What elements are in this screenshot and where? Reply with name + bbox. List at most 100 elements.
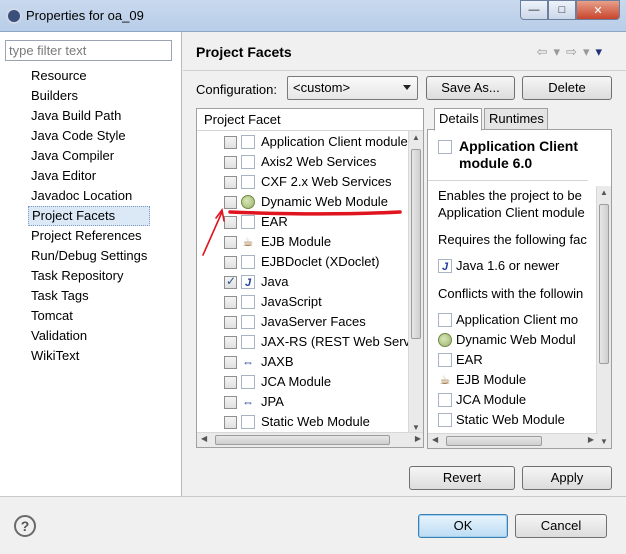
scroll-thumb[interactable] bbox=[411, 149, 421, 339]
facet-checkbox[interactable] bbox=[224, 156, 237, 169]
facet-checkbox[interactable] bbox=[224, 336, 237, 349]
facet-vertical-scrollbar[interactable]: ▲ ▼ bbox=[408, 131, 423, 434]
forward-menu-icon[interactable]: ▾ bbox=[583, 44, 596, 59]
ok-button[interactable]: OK bbox=[418, 514, 508, 538]
facet-row-jca-module[interactable]: JCA Module bbox=[197, 372, 409, 392]
sidebar-item-project-facets[interactable]: Project Facets bbox=[28, 206, 151, 226]
delete-button[interactable]: Delete bbox=[522, 76, 612, 100]
scroll-left-icon[interactable]: ◀ bbox=[201, 434, 207, 443]
facet-row-dynamic-web-module[interactable]: Dynamic Web Module bbox=[197, 192, 409, 212]
facet-row-jax-rs[interactable]: JAX-RS (REST Web Servic bbox=[197, 332, 419, 352]
sidebar-item-resource[interactable]: Resource bbox=[28, 66, 150, 86]
facet-column-header[interactable]: Project Facet bbox=[197, 109, 423, 131]
scroll-left-icon[interactable]: ◀ bbox=[432, 435, 438, 444]
sidebar-item-javadoc-location[interactable]: Javadoc Location bbox=[28, 186, 150, 206]
facet-checkbox[interactable] bbox=[224, 396, 237, 409]
sidebar-item-tomcat[interactable]: Tomcat bbox=[28, 306, 150, 326]
filter-input[interactable] bbox=[5, 40, 172, 61]
facet-checkbox[interactable] bbox=[224, 416, 237, 429]
minimize-button[interactable]: — bbox=[520, 0, 548, 20]
sidebar-item-task-tags[interactable]: Task Tags bbox=[28, 286, 150, 306]
close-button[interactable]: ✕ bbox=[576, 0, 620, 20]
facet-row-application-client-module[interactable]: Application Client module bbox=[197, 132, 409, 152]
window-controls: — □ ✕ bbox=[520, 0, 620, 22]
header-divider bbox=[183, 70, 626, 71]
conflict-item-label: EAR bbox=[456, 352, 483, 367]
facet-checkbox[interactable] bbox=[224, 296, 237, 309]
save-as-button[interactable]: Save As... bbox=[426, 76, 515, 100]
facet-label: Axis2 Web Services bbox=[261, 154, 377, 169]
facet-checkbox[interactable] bbox=[224, 196, 237, 209]
window-title: Properties for oa_09 bbox=[26, 8, 144, 23]
facet-horizontal-scrollbar[interactable]: ◀ ▶ bbox=[197, 432, 423, 447]
facet-row-jaxb[interactable]: ⇔ JAXB bbox=[197, 352, 409, 372]
history-navigation: ⇦▾⇨▾▾ bbox=[537, 44, 608, 60]
facet-label: JPA bbox=[261, 394, 284, 409]
sidebar-item-java-build-path[interactable]: Java Build Path bbox=[28, 106, 150, 126]
double-arrow-icon: ⇔ bbox=[242, 395, 254, 409]
blank-file-icon bbox=[438, 140, 452, 154]
scroll-right-icon[interactable]: ▶ bbox=[415, 434, 421, 443]
sidebar-item-project-references[interactable]: Project References bbox=[28, 226, 150, 246]
facet-checkbox[interactable] bbox=[224, 236, 237, 249]
cancel-button[interactable]: Cancel bbox=[515, 514, 607, 538]
sidebar-item-run-debug-settings[interactable]: Run/Debug Settings bbox=[28, 246, 150, 266]
tab-runtimes[interactable]: Runtimes bbox=[484, 108, 548, 130]
facet-checkbox[interactable] bbox=[224, 316, 237, 329]
scroll-up-icon[interactable]: ▲ bbox=[600, 188, 608, 197]
facet-row-cxf-web-services[interactable]: CXF 2.x Web Services bbox=[197, 172, 409, 192]
sidebar-item-java-compiler[interactable]: Java Compiler bbox=[28, 146, 150, 166]
facet-row-javaserver-faces[interactable]: JavaServer Faces bbox=[197, 312, 409, 332]
back-menu-icon[interactable]: ▾ bbox=[554, 44, 567, 59]
facet-row-static-web-module[interactable]: Static Web Module bbox=[197, 412, 409, 432]
revert-button[interactable]: Revert bbox=[409, 466, 515, 490]
scroll-thumb[interactable] bbox=[446, 436, 542, 446]
facet-row-ear[interactable]: EAR bbox=[197, 212, 409, 232]
facet-row-javascript[interactable]: JavaScript bbox=[197, 292, 409, 312]
configuration-label: Configuration: bbox=[196, 82, 277, 97]
facet-checkbox-checked[interactable] bbox=[224, 274, 237, 289]
facet-table: Project Facet Application Client module … bbox=[196, 108, 424, 448]
scroll-thumb[interactable] bbox=[599, 204, 609, 364]
conflict-item-label: Static Web Module bbox=[456, 412, 565, 427]
sidebar-item-wikitext[interactable]: WikiText bbox=[28, 346, 150, 366]
facet-checkbox[interactable] bbox=[224, 216, 237, 229]
forward-arrow-icon[interactable]: ⇨ bbox=[566, 44, 583, 59]
scroll-thumb[interactable] bbox=[215, 435, 390, 445]
main-panel: Project Facets ⇦▾⇨▾▾ Configuration: <cus… bbox=[183, 32, 626, 496]
blank-file-icon bbox=[438, 393, 452, 407]
view-menu-icon[interactable]: ▾ bbox=[595, 44, 608, 59]
facet-checkbox[interactable] bbox=[224, 356, 237, 369]
facet-row-ejb-module[interactable]: ☕ EJB Module bbox=[197, 232, 409, 252]
facet-label: EJBDoclet (XDoclet) bbox=[261, 254, 380, 269]
configuration-select[interactable]: <custom> bbox=[287, 76, 418, 100]
details-horizontal-scrollbar[interactable]: ◀ ▶ bbox=[428, 433, 598, 448]
scroll-down-icon[interactable]: ▼ bbox=[412, 423, 420, 432]
details-vertical-scrollbar[interactable]: ▲ ▼ bbox=[596, 186, 611, 448]
apply-button[interactable]: Apply bbox=[522, 466, 612, 490]
facet-row-java[interactable]: J Java bbox=[197, 272, 409, 292]
facet-checkbox[interactable] bbox=[224, 176, 237, 189]
facet-checkbox[interactable] bbox=[224, 256, 237, 269]
facet-checkbox[interactable] bbox=[224, 136, 237, 149]
facet-row-ejbdoclet[interactable]: EJBDoclet (XDoclet) bbox=[197, 252, 409, 272]
blank-file-icon bbox=[241, 295, 255, 309]
scroll-down-icon[interactable]: ▼ bbox=[600, 437, 608, 446]
tab-details[interactable]: Details bbox=[434, 108, 482, 131]
scroll-right-icon[interactable]: ▶ bbox=[588, 435, 594, 444]
java-icon: J bbox=[438, 259, 452, 273]
help-icon[interactable]: ? bbox=[14, 515, 36, 537]
facet-row-jpa[interactable]: ⇔ JPA bbox=[197, 392, 409, 412]
facet-row-axis2-web-services[interactable]: Axis2 Web Services bbox=[197, 152, 409, 172]
sidebar-item-java-code-style[interactable]: Java Code Style bbox=[28, 126, 150, 146]
back-arrow-icon[interactable]: ⇦ bbox=[537, 44, 554, 59]
sidebar-item-builders[interactable]: Builders bbox=[28, 86, 150, 106]
blank-file-icon bbox=[241, 375, 255, 389]
sidebar-item-validation[interactable]: Validation bbox=[28, 326, 150, 346]
maximize-button[interactable]: □ bbox=[548, 0, 576, 20]
sidebar-item-task-repository[interactable]: Task Repository bbox=[28, 266, 150, 286]
blank-file-icon bbox=[438, 413, 452, 427]
facet-checkbox[interactable] bbox=[224, 376, 237, 389]
scroll-up-icon[interactable]: ▲ bbox=[412, 133, 420, 142]
sidebar-item-java-editor[interactable]: Java Editor bbox=[28, 166, 150, 186]
